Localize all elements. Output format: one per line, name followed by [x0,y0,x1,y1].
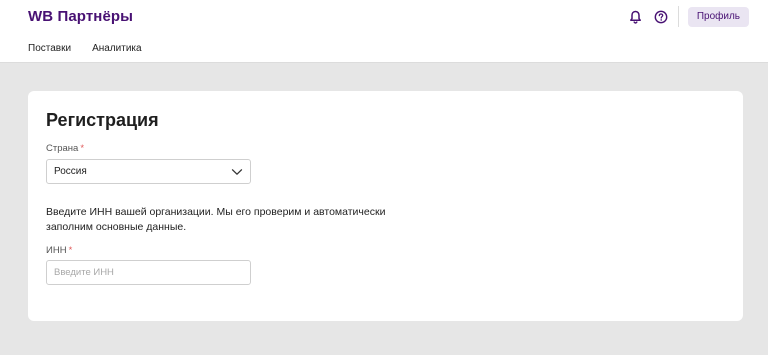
chevron-down-icon [231,166,243,181]
brand-logo[interactable]: WB Партнёры [28,8,133,25]
page-title: Регистрация [46,110,159,130]
inn-label: ИНН * [46,245,72,256]
inn-input[interactable] [46,260,251,285]
country-select-value: Россия [54,166,87,177]
nav-item-analytics[interactable]: Аналитика [92,43,142,54]
country-label: Страна * [46,143,84,154]
required-mark: * [68,245,73,256]
registration-card: Регистрация Страна * Россия Введите ИНН в… [28,91,743,321]
required-mark: * [80,143,85,154]
top-header: WB Партнёры Поставки Аналитика Профиль [0,0,768,63]
nav-item-supplies[interactable]: Поставки [28,43,71,54]
header-divider [677,6,679,27]
profile-button[interactable]: Профиль [687,6,749,27]
header-actions: Профиль [628,6,749,27]
top-nav: Поставки Аналитика [28,43,142,54]
inn-description: Введите ИНН вашей организации. Мы его пр… [46,206,386,233]
inn-label-text: ИНН [46,245,67,256]
bell-icon[interactable] [628,9,644,25]
country-label-text: Страна [46,143,79,154]
help-icon[interactable] [653,9,669,25]
country-select[interactable]: Россия [46,159,251,184]
